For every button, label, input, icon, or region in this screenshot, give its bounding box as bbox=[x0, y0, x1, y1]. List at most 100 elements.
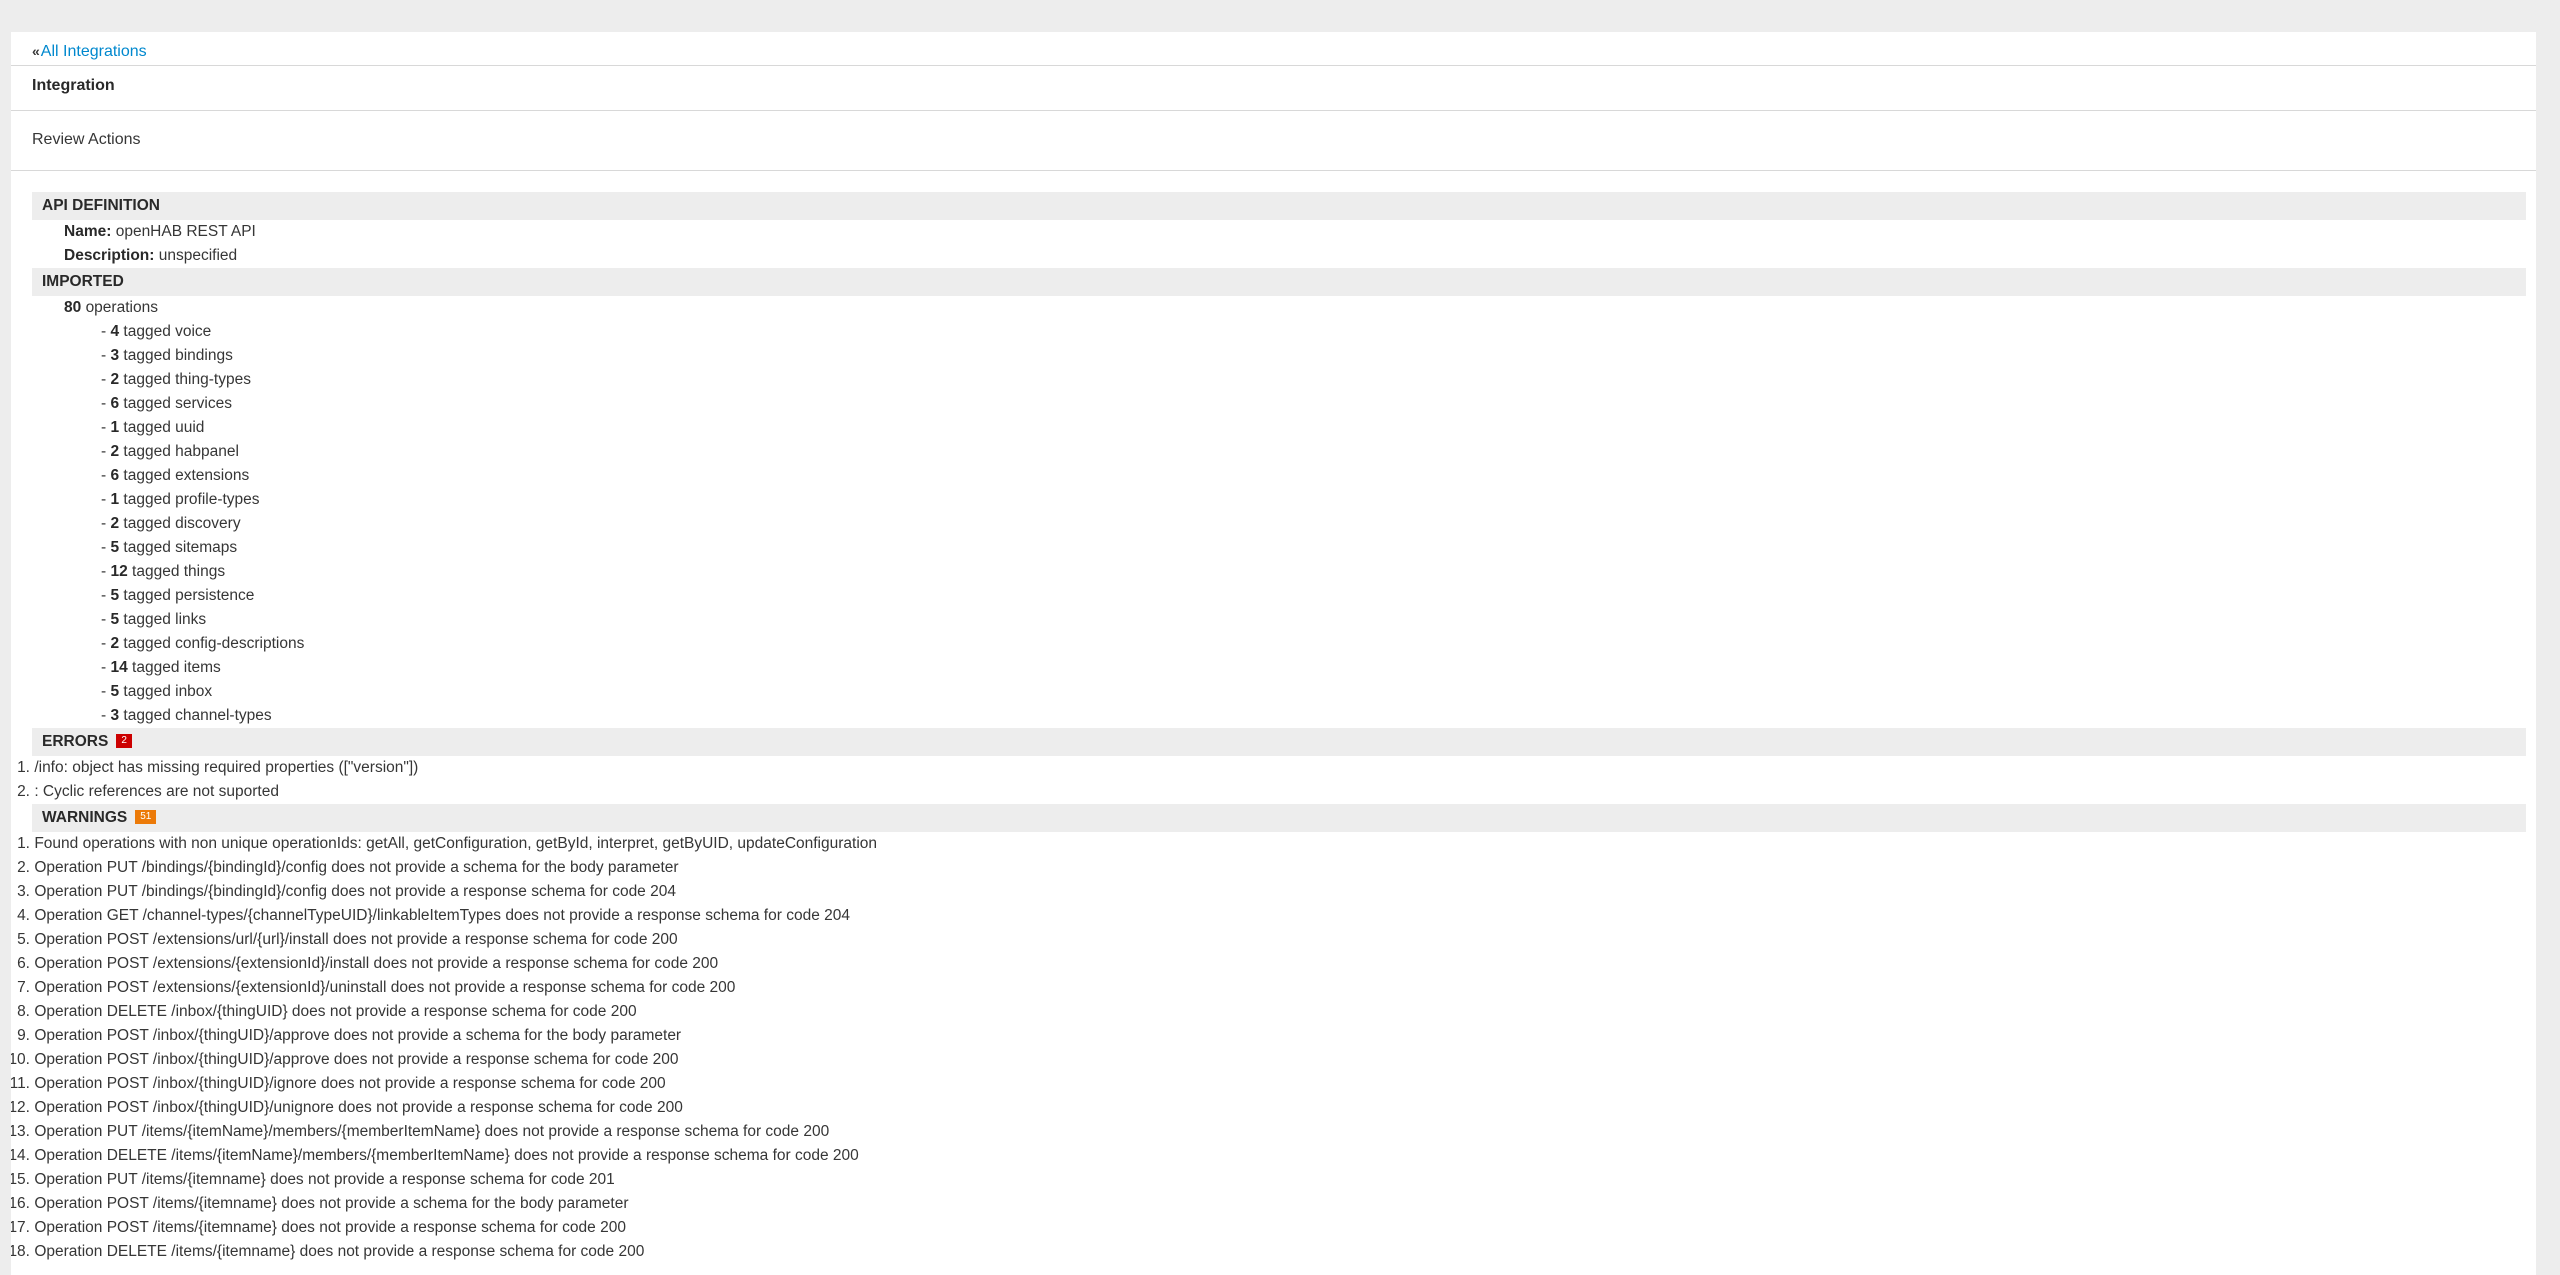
tag-count: 5 bbox=[110, 611, 120, 628]
tag-label: tagged sitemaps bbox=[123, 539, 238, 556]
item-number: 8. bbox=[17, 1003, 30, 1020]
warning-item: 6. Operation POST /extensions/{extension… bbox=[11, 952, 2512, 976]
imported-tag-item: - 3 tagged bindings bbox=[101, 344, 2526, 368]
imported-header: IMPORTED bbox=[32, 268, 2526, 296]
item-text: Operation POST /items/{itemname} does no… bbox=[34, 1219, 626, 1236]
item-number: 15. bbox=[11, 1171, 30, 1188]
item-text: Operation POST /extensions/{extensionId}… bbox=[34, 979, 736, 996]
tag-count: 3 bbox=[110, 347, 120, 364]
warning-item: 3. Operation PUT /bindings/{bindingId}/c… bbox=[11, 880, 2512, 904]
tag-label: tagged services bbox=[123, 395, 232, 412]
warning-item: 14. Operation DELETE /items/{itemName}/m… bbox=[11, 1144, 2512, 1168]
warning-item: 7. Operation POST /extensions/{extension… bbox=[11, 976, 2512, 1000]
item-text: Operation POST /extensions/url/{url}/ins… bbox=[34, 931, 678, 948]
item-text: /info: object has missing required prope… bbox=[34, 759, 419, 776]
tag-label: tagged discovery bbox=[123, 515, 241, 532]
warning-item: 12. Operation POST /inbox/{thingUID}/uni… bbox=[11, 1096, 2512, 1120]
tag-label: tagged voice bbox=[123, 323, 212, 340]
imported-tag-item: - 5 tagged links bbox=[101, 608, 2526, 632]
error-item: 2. : Cyclic references are not suported bbox=[11, 780, 2512, 804]
warning-item: 13. Operation PUT /items/{itemName}/memb… bbox=[11, 1120, 2512, 1144]
errors-count-badge: 2 bbox=[116, 733, 132, 748]
imported-tag-item: - 2 tagged discovery bbox=[101, 512, 2526, 536]
api-definition-header: API DEFINITION bbox=[32, 192, 2526, 220]
warnings-header-label: WARNINGS bbox=[42, 809, 128, 826]
api-name-label: Name: bbox=[64, 223, 112, 240]
tag-count: 3 bbox=[110, 707, 120, 724]
tag-count: 2 bbox=[110, 515, 120, 532]
tag-label: tagged channel-types bbox=[123, 707, 272, 724]
tag-count: 2 bbox=[110, 443, 120, 460]
item-text: Operation POST /inbox/{thingUID}/ignore … bbox=[34, 1075, 666, 1092]
warnings-list: 1. Found operations with non unique oper… bbox=[11, 832, 2512, 1264]
api-name-row: Name: openHAB REST API bbox=[64, 220, 2526, 244]
breadcrumb: «All Integrations bbox=[32, 38, 147, 64]
api-description-row: Description: unspecified bbox=[64, 244, 2526, 268]
item-number: 1. bbox=[17, 835, 30, 852]
tag-count: 1 bbox=[110, 491, 120, 508]
tag-label: tagged profile-types bbox=[123, 491, 260, 508]
item-number: 14. bbox=[11, 1147, 30, 1164]
tag-count: 6 bbox=[110, 395, 120, 412]
tag-count: 12 bbox=[110, 563, 128, 580]
tag-count: 1 bbox=[110, 419, 120, 436]
tag-label: tagged items bbox=[132, 659, 221, 676]
item-text: Operation POST /inbox/{thingUID}/unignor… bbox=[34, 1099, 683, 1116]
item-number: 2. bbox=[17, 859, 30, 876]
item-text: Operation DELETE /items/{itemName}/membe… bbox=[34, 1147, 859, 1164]
item-number: 1. bbox=[17, 759, 30, 776]
item-text: : Cyclic references are not suported bbox=[34, 783, 279, 800]
tag-label: tagged uuid bbox=[123, 419, 205, 436]
item-text: Operation POST /items/{itemname} does no… bbox=[34, 1195, 629, 1212]
tag-label: tagged inbox bbox=[123, 683, 213, 700]
imported-tag-item: - 1 tagged profile-types bbox=[101, 488, 2526, 512]
tag-label: tagged thing-types bbox=[123, 371, 251, 388]
errors-header-label: ERRORS bbox=[42, 733, 109, 750]
imported-tag-list: - 4 tagged voice - 3 tagged bindings - 2 t… bbox=[11, 320, 2526, 728]
item-text: Found operations with non unique operati… bbox=[34, 835, 878, 852]
warning-item: 15. Operation PUT /items/{itemname} does… bbox=[11, 1168, 2512, 1192]
item-text: Operation DELETE /items/{itemname} does … bbox=[34, 1243, 645, 1260]
all-integrations-link[interactable]: All Integrations bbox=[41, 43, 147, 60]
item-number: 12. bbox=[11, 1099, 30, 1116]
imported-tag-item: - 3 tagged channel-types bbox=[101, 704, 2526, 728]
errors-header: ERRORS 2 bbox=[32, 728, 2526, 756]
imported-tag-item: - 2 tagged config-descriptions bbox=[101, 632, 2526, 656]
item-text: Operation POST /extensions/{extensionId}… bbox=[34, 955, 719, 972]
item-number: 18. bbox=[11, 1243, 30, 1260]
item-text: Operation PUT /items/{itemName}/members/… bbox=[34, 1123, 830, 1140]
tag-count: 14 bbox=[110, 659, 128, 676]
imported-tag-item: - 5 tagged inbox bbox=[101, 680, 2526, 704]
imported-tag-item: - 2 tagged thing-types bbox=[101, 368, 2526, 392]
item-number: 9. bbox=[17, 1027, 30, 1044]
item-text: Operation PUT /bindings/{bindingId}/conf… bbox=[34, 883, 676, 900]
api-description-label: Description: bbox=[64, 247, 155, 264]
item-number: 6. bbox=[17, 955, 30, 972]
warning-item: 4. Operation GET /channel-types/{channel… bbox=[11, 904, 2512, 928]
tag-count: 5 bbox=[110, 683, 120, 700]
errors-list: 1. /info: object has missing required pr… bbox=[11, 756, 2512, 804]
item-text: Operation POST /inbox/{thingUID}/approve… bbox=[34, 1051, 679, 1068]
item-number: 10. bbox=[11, 1051, 30, 1068]
operations-total-row: 80 operations bbox=[64, 296, 2526, 320]
imported-tag-item: - 2 tagged habpanel bbox=[101, 440, 2526, 464]
api-description-value: unspecified bbox=[158, 247, 238, 264]
item-number: 5. bbox=[17, 931, 30, 948]
warning-item: 8. Operation DELETE /inbox/{thingUID} do… bbox=[11, 1000, 2512, 1024]
item-number: 13. bbox=[11, 1123, 30, 1140]
imported-tag-item: - 14 tagged items bbox=[101, 656, 2526, 680]
item-number: 3. bbox=[17, 883, 30, 900]
tag-count: 5 bbox=[110, 539, 120, 556]
review-content: API DEFINITION Name: openHAB REST API De… bbox=[11, 192, 2526, 1264]
warnings-count-badge: 51 bbox=[135, 809, 157, 824]
warning-item: 11. Operation POST /inbox/{thingUID}/ign… bbox=[11, 1072, 2512, 1096]
item-number: 7. bbox=[17, 979, 30, 996]
tag-label: tagged things bbox=[132, 563, 226, 580]
warning-item: 2. Operation PUT /bindings/{bindingId}/c… bbox=[11, 856, 2512, 880]
error-item: 1. /info: object has missing required pr… bbox=[11, 756, 2512, 780]
divider bbox=[11, 110, 2536, 111]
tag-count: 5 bbox=[110, 587, 120, 604]
imported-tag-item: - 12 tagged things bbox=[101, 560, 2526, 584]
tag-count: 6 bbox=[110, 467, 120, 484]
divider bbox=[11, 65, 2536, 66]
